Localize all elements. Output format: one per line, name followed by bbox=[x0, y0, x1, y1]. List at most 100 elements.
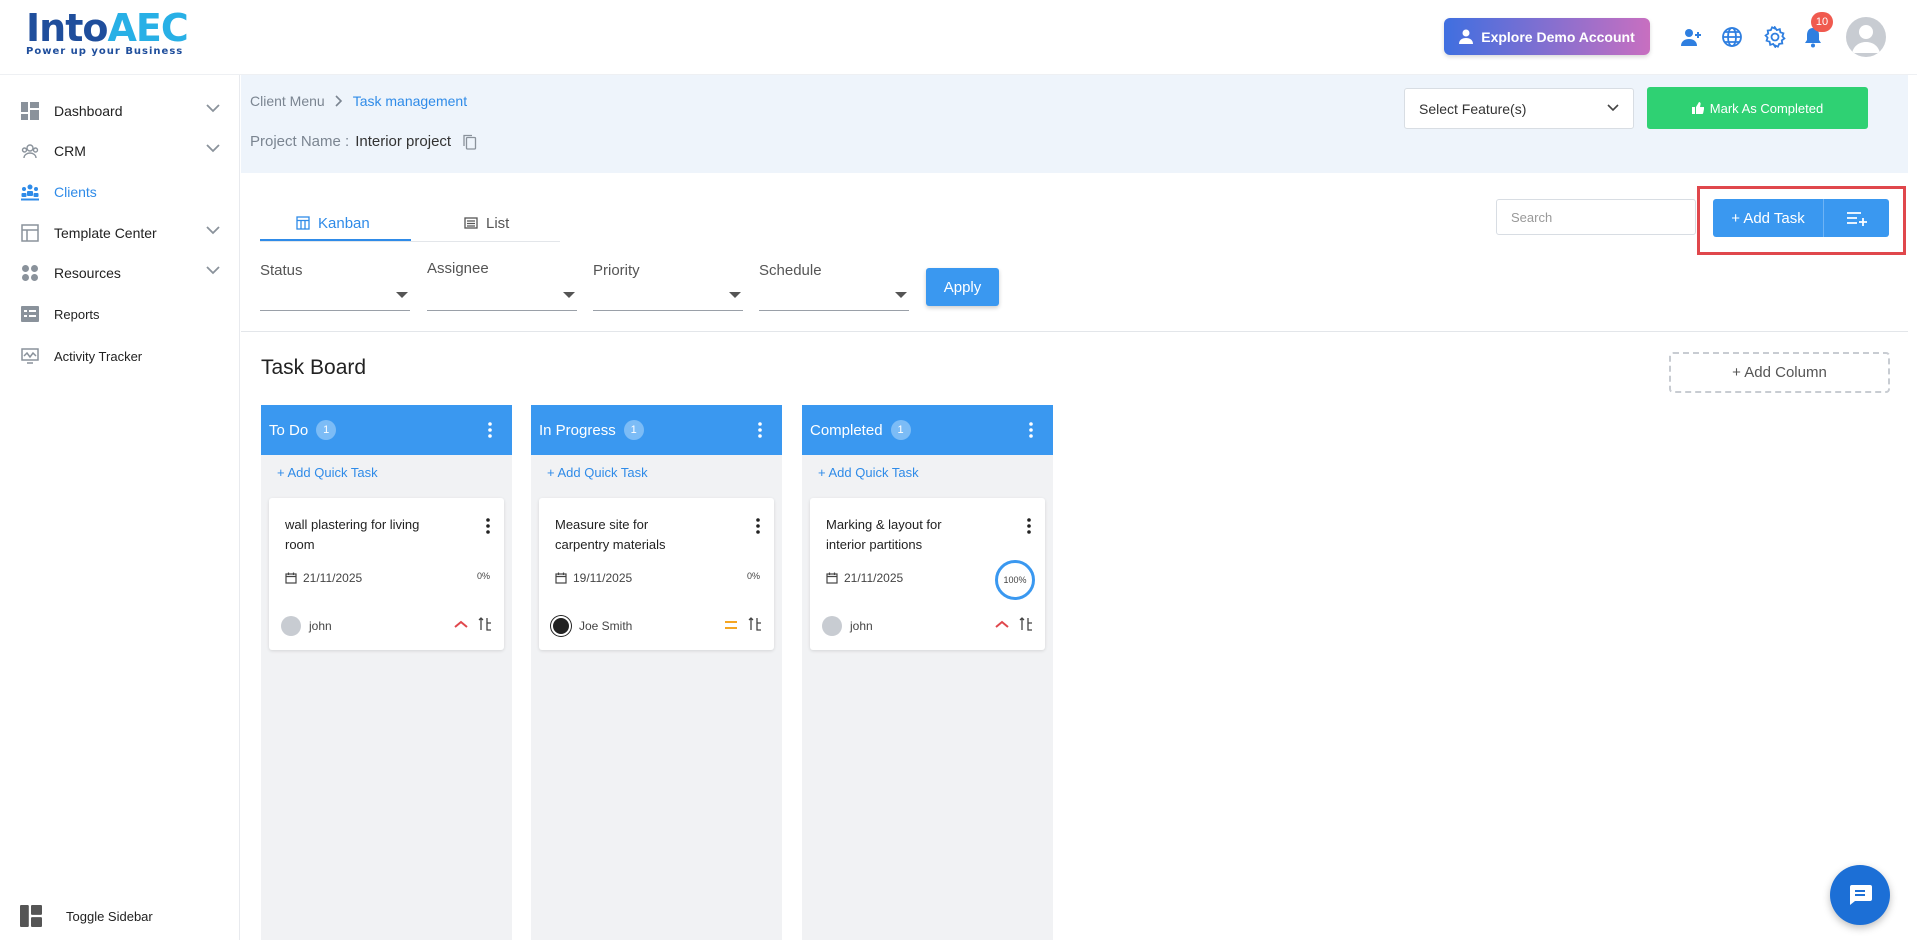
priority-high-icon bbox=[995, 620, 1009, 628]
filter-priority-label: Priority bbox=[593, 262, 640, 279]
app-logo[interactable]: IntoAEC Power up your Business bbox=[26, 6, 189, 66]
task-assignee: john bbox=[822, 616, 873, 636]
gear-icon[interactable] bbox=[1762, 24, 1788, 50]
filter-status[interactable]: Status bbox=[260, 262, 410, 312]
caret-down-icon bbox=[895, 292, 907, 298]
tab-kanban[interactable]: Kanban bbox=[296, 205, 370, 241]
filter-assignee[interactable]: Assignee bbox=[427, 260, 577, 311]
calendar-icon bbox=[555, 572, 567, 584]
task-progress: 0% bbox=[476, 571, 490, 581]
highlight-annotation bbox=[1697, 186, 1906, 255]
column-title: In Progress bbox=[539, 421, 616, 439]
more-vertical-icon[interactable] bbox=[1027, 518, 1031, 534]
feature-select-value: Select Feature(s) bbox=[1419, 100, 1527, 117]
sidebar-item-resources[interactable]: Resources bbox=[20, 258, 220, 288]
tab-active-indicator bbox=[260, 239, 411, 241]
breadcrumb-task-management[interactable]: Task management bbox=[353, 93, 467, 109]
clients-icon bbox=[20, 182, 40, 202]
sidebar-item-activity-tracker[interactable]: Activity Tracker bbox=[20, 341, 220, 371]
assignee-name: Joe Smith bbox=[579, 619, 633, 633]
notification-badge: 10 bbox=[1811, 12, 1833, 32]
sidebar-item-reports[interactable]: Reports bbox=[20, 299, 220, 329]
sidebar-toggle-icon bbox=[20, 905, 42, 927]
more-vertical-icon[interactable] bbox=[486, 518, 490, 534]
dashboard-icon bbox=[20, 101, 40, 121]
apply-button[interactable]: Apply bbox=[926, 268, 999, 306]
task-assignee: john bbox=[281, 616, 332, 636]
more-vertical-icon[interactable] bbox=[758, 422, 762, 438]
filter-assignee-label: Assignee bbox=[427, 260, 489, 277]
explore-demo-label: Explore Demo Account bbox=[1481, 28, 1635, 45]
subtask-icon[interactable] bbox=[1019, 617, 1033, 631]
sidebar: Dashboard CRM Clients Template Center Re… bbox=[0, 75, 240, 940]
kanban-icon bbox=[296, 216, 310, 230]
sidebar-item-label: Clients bbox=[54, 184, 97, 200]
kanban-column-todo: To Do 1 + Add Quick Task wall plastering… bbox=[261, 405, 512, 940]
chevron-down-icon bbox=[1607, 104, 1619, 112]
priority-high-icon bbox=[454, 620, 468, 628]
column-title: To Do bbox=[269, 421, 309, 439]
toggle-sidebar-button[interactable]: Toggle Sidebar bbox=[20, 905, 153, 927]
add-user-icon[interactable] bbox=[1678, 24, 1704, 50]
chat-support-button[interactable] bbox=[1830, 865, 1890, 925]
tab-list[interactable]: List bbox=[464, 205, 509, 241]
chat-icon bbox=[1850, 885, 1872, 905]
caret-down-icon bbox=[563, 292, 575, 298]
filter-priority[interactable]: Priority bbox=[593, 262, 743, 312]
explore-demo-button[interactable]: Explore Demo Account bbox=[1444, 18, 1650, 55]
divider bbox=[241, 331, 1908, 332]
subtask-icon[interactable] bbox=[748, 617, 762, 631]
sidebar-item-crm[interactable]: CRM bbox=[20, 136, 220, 166]
breadcrumb-client-menu[interactable]: Client Menu bbox=[250, 93, 325, 109]
project-name-value: Interior project bbox=[355, 133, 452, 150]
add-quick-task-link[interactable]: + Add Quick Task bbox=[531, 455, 782, 492]
sidebar-item-clients[interactable]: Clients bbox=[20, 177, 220, 207]
task-card[interactable]: wall plastering for living room 21/11/20… bbox=[269, 498, 504, 650]
calendar-icon bbox=[826, 572, 838, 584]
more-vertical-icon[interactable] bbox=[488, 422, 492, 438]
task-card[interactable]: Measure site for carpentry materials 19/… bbox=[539, 498, 774, 650]
add-quick-task-link[interactable]: + Add Quick Task bbox=[261, 455, 512, 492]
caret-down-icon bbox=[729, 292, 741, 298]
column-header: Completed 1 bbox=[802, 405, 1053, 455]
add-quick-task-link[interactable]: + Add Quick Task bbox=[802, 455, 1053, 492]
copy-icon[interactable] bbox=[463, 134, 477, 150]
filter-schedule[interactable]: Schedule bbox=[759, 262, 909, 312]
filter-schedule-label: Schedule bbox=[759, 262, 822, 279]
crm-icon bbox=[20, 141, 40, 161]
column-header: In Progress 1 bbox=[531, 405, 782, 455]
chevron-down-icon bbox=[206, 226, 220, 235]
search-input[interactable]: Search bbox=[1496, 199, 1696, 235]
board-title: Task Board bbox=[261, 356, 367, 379]
avatar bbox=[551, 616, 571, 636]
user-avatar[interactable] bbox=[1846, 17, 1886, 57]
column-count-badge: 1 bbox=[316, 420, 337, 440]
task-date: 19/11/2025 bbox=[555, 571, 632, 585]
template-icon bbox=[20, 223, 40, 243]
task-date-value: 19/11/2025 bbox=[573, 571, 633, 585]
sidebar-item-dashboard[interactable]: Dashboard bbox=[20, 96, 220, 126]
task-title: wall plastering for living room bbox=[285, 517, 420, 552]
add-column-button[interactable]: + Add Column bbox=[1669, 352, 1890, 393]
feature-select[interactable]: Select Feature(s) bbox=[1404, 88, 1634, 129]
priority-medium-icon bbox=[725, 621, 737, 629]
subtask-icon[interactable] bbox=[478, 617, 492, 631]
column-count-badge: 1 bbox=[890, 420, 911, 440]
caret-down-icon bbox=[396, 292, 408, 298]
mark-completed-button[interactable]: Mark As Completed bbox=[1647, 87, 1868, 129]
mark-completed-label: Mark As Completed bbox=[1709, 100, 1824, 116]
sidebar-item-template-center[interactable]: Template Center bbox=[20, 218, 220, 248]
breadcrumb: Client Menu Task management bbox=[250, 93, 467, 109]
globe-icon[interactable] bbox=[1719, 24, 1745, 50]
more-vertical-icon[interactable] bbox=[756, 518, 760, 534]
list-icon bbox=[464, 217, 478, 229]
chevron-right-icon bbox=[335, 95, 342, 107]
tab-divider bbox=[260, 241, 560, 242]
more-vertical-icon[interactable] bbox=[1029, 422, 1033, 438]
kanban-column-in-progress: In Progress 1 + Add Quick Task Measure s… bbox=[531, 405, 782, 940]
top-bar: IntoAEC Power up your Business Explore D… bbox=[0, 0, 1917, 75]
task-card[interactable]: Marking & layout for interior partitions… bbox=[810, 498, 1045, 650]
chevron-down-icon bbox=[206, 144, 220, 153]
task-assignee: Joe Smith bbox=[551, 616, 632, 636]
filter-status-label: Status bbox=[260, 262, 303, 279]
